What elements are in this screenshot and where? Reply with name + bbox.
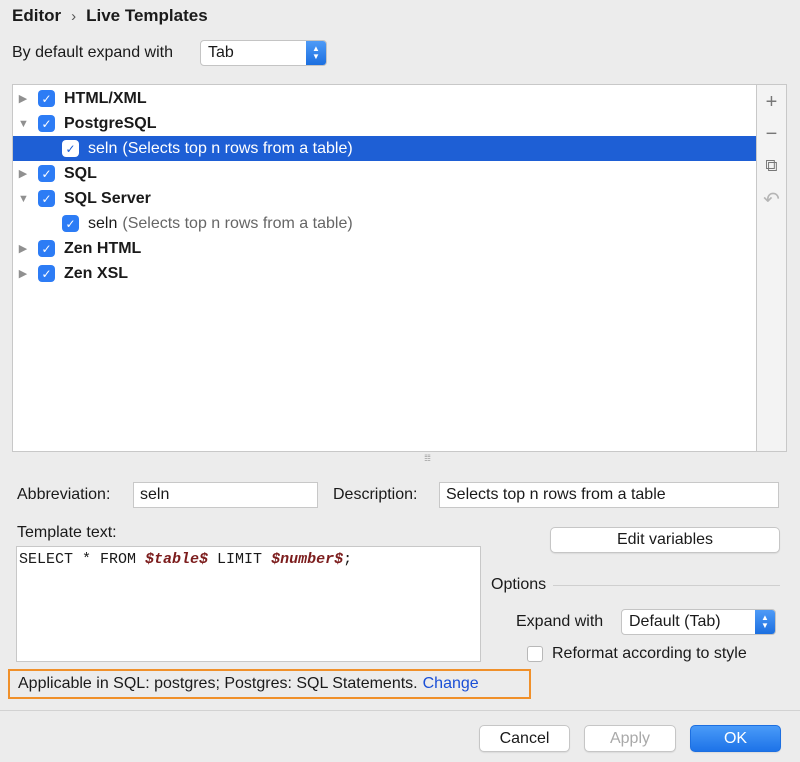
tree-group-row[interactable]: ▼ ✓ SQL Server: [13, 186, 756, 211]
description-input[interactable]: Selects top n rows from a table: [439, 482, 779, 508]
enabled-checkbox[interactable]: ✓: [38, 90, 55, 107]
copy-icon[interactable]: ⧉: [757, 154, 786, 178]
footer-divider: [0, 710, 800, 711]
restore-icon[interactable]: ↶: [757, 187, 786, 211]
enabled-checkbox[interactable]: ✓: [62, 140, 79, 157]
tree-group-row[interactable]: ▶ ✓ SQL: [13, 161, 756, 186]
enabled-checkbox[interactable]: ✓: [38, 115, 55, 132]
template-code-part: SELECT * FROM: [19, 551, 146, 568]
splitter-handle-icon[interactable]: ⁞⁞⁞⁞: [424, 453, 431, 463]
template-description: (Selects top n rows from a table): [122, 214, 353, 232]
group-name: SQL Server: [64, 189, 151, 207]
options-divider: [553, 585, 780, 586]
breadcrumb-separator-icon: ›: [71, 7, 77, 25]
tree-template-row[interactable]: ✓ seln (Selects top n rows from a table): [13, 136, 756, 161]
enabled-checkbox[interactable]: ✓: [62, 215, 79, 232]
breadcrumb: Editor › Live Templates: [12, 6, 208, 26]
abbreviation-label: Abbreviation:: [17, 486, 111, 503]
abbreviation-input[interactable]: seln: [133, 482, 318, 508]
applicable-contexts: Applicable in SQL: postgres; Postgres: S…: [8, 669, 531, 699]
enabled-checkbox[interactable]: ✓: [38, 240, 55, 257]
reformat-option[interactable]: Reformat according to style: [527, 645, 747, 663]
select-arrows-icon: ▲ ▼: [755, 610, 775, 634]
expand-triangle-icon[interactable]: ▶: [18, 167, 28, 180]
group-name: PostgreSQL: [64, 114, 157, 132]
ok-button[interactable]: OK: [690, 725, 781, 752]
enabled-checkbox[interactable]: ✓: [38, 265, 55, 282]
expand-triangle-icon[interactable]: ▶: [18, 242, 28, 255]
group-name: Zen HTML: [64, 239, 142, 257]
template-variable-number: $number$: [271, 551, 344, 568]
change-context-link[interactable]: Change: [423, 675, 479, 693]
applicable-text: Applicable in SQL: postgres; Postgres: S…: [18, 675, 418, 692]
template-code-part: ;: [343, 551, 353, 568]
cancel-button[interactable]: Cancel: [479, 725, 570, 752]
tree-toolbar: + − ⧉ ↶: [757, 84, 787, 452]
tree-group-row[interactable]: ▶ ✓ Zen HTML: [13, 236, 756, 261]
apply-button[interactable]: Apply: [584, 725, 676, 752]
edit-variables-button[interactable]: Edit variables: [550, 527, 780, 553]
template-abbreviation: seln: [88, 214, 118, 232]
expand-triangle-icon[interactable]: ▶: [18, 92, 28, 105]
template-variable-table: $table$: [145, 551, 209, 568]
add-icon[interactable]: +: [757, 90, 786, 114]
template-text-editor[interactable]: SELECT * FROM $table$ LIMIT $number$;: [16, 546, 481, 662]
group-name: Zen XSL: [64, 264, 129, 282]
tree-group-row[interactable]: ▶ ✓ Zen XSL: [13, 261, 756, 286]
collapse-triangle-icon[interactable]: ▼: [18, 193, 29, 205]
expand-with-label: Expand with: [516, 613, 604, 630]
remove-icon[interactable]: −: [757, 122, 786, 146]
reformat-label: Reformat according to style: [552, 645, 747, 662]
template-description: (Selects top n rows from a table): [122, 139, 353, 157]
default-expand-select[interactable]: Tab ▲ ▼: [200, 40, 327, 66]
group-name: HTML/XML: [64, 89, 147, 107]
description-label: Description:: [333, 486, 418, 503]
enabled-checkbox[interactable]: ✓: [38, 165, 55, 182]
expand-with-select[interactable]: Default (Tab) ▲ ▼: [621, 609, 776, 635]
expand-with-value: Default (Tab): [629, 613, 721, 630]
template-text-label: Template text:: [17, 524, 117, 541]
breadcrumb-current: Live Templates: [86, 6, 208, 25]
expand-triangle-icon[interactable]: ▶: [18, 267, 28, 280]
template-code-part: LIMIT: [208, 551, 272, 568]
collapse-triangle-icon[interactable]: ▼: [18, 118, 29, 130]
templates-tree[interactable]: ▶ ✓ HTML/XML ▼ ✓ PostgreSQL ✓ seln (Selects top …: [12, 84, 757, 452]
group-name: SQL: [64, 164, 97, 182]
breadcrumb-parent[interactable]: Editor: [12, 6, 61, 26]
tree-group-row[interactable]: ▼ ✓ PostgreSQL: [13, 111, 756, 136]
default-expand-value: Tab: [208, 44, 234, 61]
reformat-checkbox[interactable]: [527, 646, 543, 662]
enabled-checkbox[interactable]: ✓: [38, 190, 55, 207]
template-abbreviation: seln: [88, 139, 118, 157]
tree-group-row[interactable]: ▶ ✓ HTML/XML: [13, 86, 756, 111]
select-arrows-icon: ▲ ▼: [306, 41, 326, 65]
default-expand-label: By default expand with: [12, 44, 173, 61]
tree-template-row[interactable]: ✓ seln (Selects top n rows from a table): [13, 211, 756, 236]
options-title: Options: [491, 576, 547, 593]
